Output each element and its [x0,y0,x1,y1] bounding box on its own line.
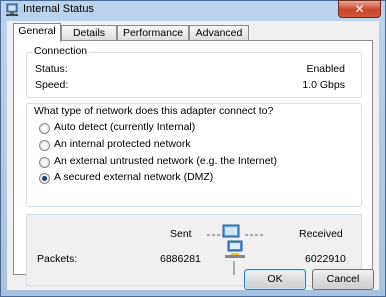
radio-label-auto-detect[interactable]: Auto detect (currently Internal) [54,121,195,133]
close-icon: ✕ [354,2,365,16]
radio-label-internal-protected[interactable]: An internal protected network [54,138,191,150]
radio-label-secured-external[interactable]: A secured external network (DMZ) [54,171,213,183]
received-label: Received [299,228,343,240]
network-adapter-icon [5,3,19,17]
packets-received-value: 6022910 [305,253,346,265]
radio-auto-detect[interactable] [39,123,50,134]
dialog-client-area: General Details Performance Advanced Con… [7,21,379,290]
radio-label-external-untrusted[interactable]: An external untrusted network (e.g. the … [54,155,277,167]
window-title: Internal Status [23,3,94,15]
general-tab-panel: Connection Status: Enabled Speed: 1.0 Gb… [13,40,373,286]
status-value: Enabled [306,63,345,75]
tab-details[interactable]: Details [61,25,117,41]
status-label: Status: [35,63,68,75]
connection-group-title: Connection [32,45,90,57]
tab-general[interactable]: General [13,23,61,42]
radio-internal-protected[interactable] [39,140,50,151]
speed-label: Speed: [35,79,69,91]
network-type-question: What type of network does this adapter c… [34,105,274,117]
dialog-window: Internal Status ✕ General Details Perfor… [0,0,386,297]
tab-advanced[interactable]: Advanced [189,25,249,41]
packets-label: Packets: [37,253,78,265]
cancel-button[interactable]: Cancel [312,269,374,290]
connection-group: Connection Status: Enabled Speed: 1.0 Gb… [26,45,362,98]
close-button[interactable]: ✕ [338,0,381,18]
packets-sent-value: 6886281 [160,253,201,265]
radio-external-untrusted[interactable] [39,157,50,168]
title-bar[interactable]: Internal Status ✕ [1,0,385,19]
speed-value: 1.0 Gbps [302,79,345,91]
sent-label: Sent [170,228,192,240]
radio-secured-external[interactable] [39,173,50,184]
ok-button[interactable]: OK [244,269,306,290]
tab-performance[interactable]: Performance [117,25,189,41]
